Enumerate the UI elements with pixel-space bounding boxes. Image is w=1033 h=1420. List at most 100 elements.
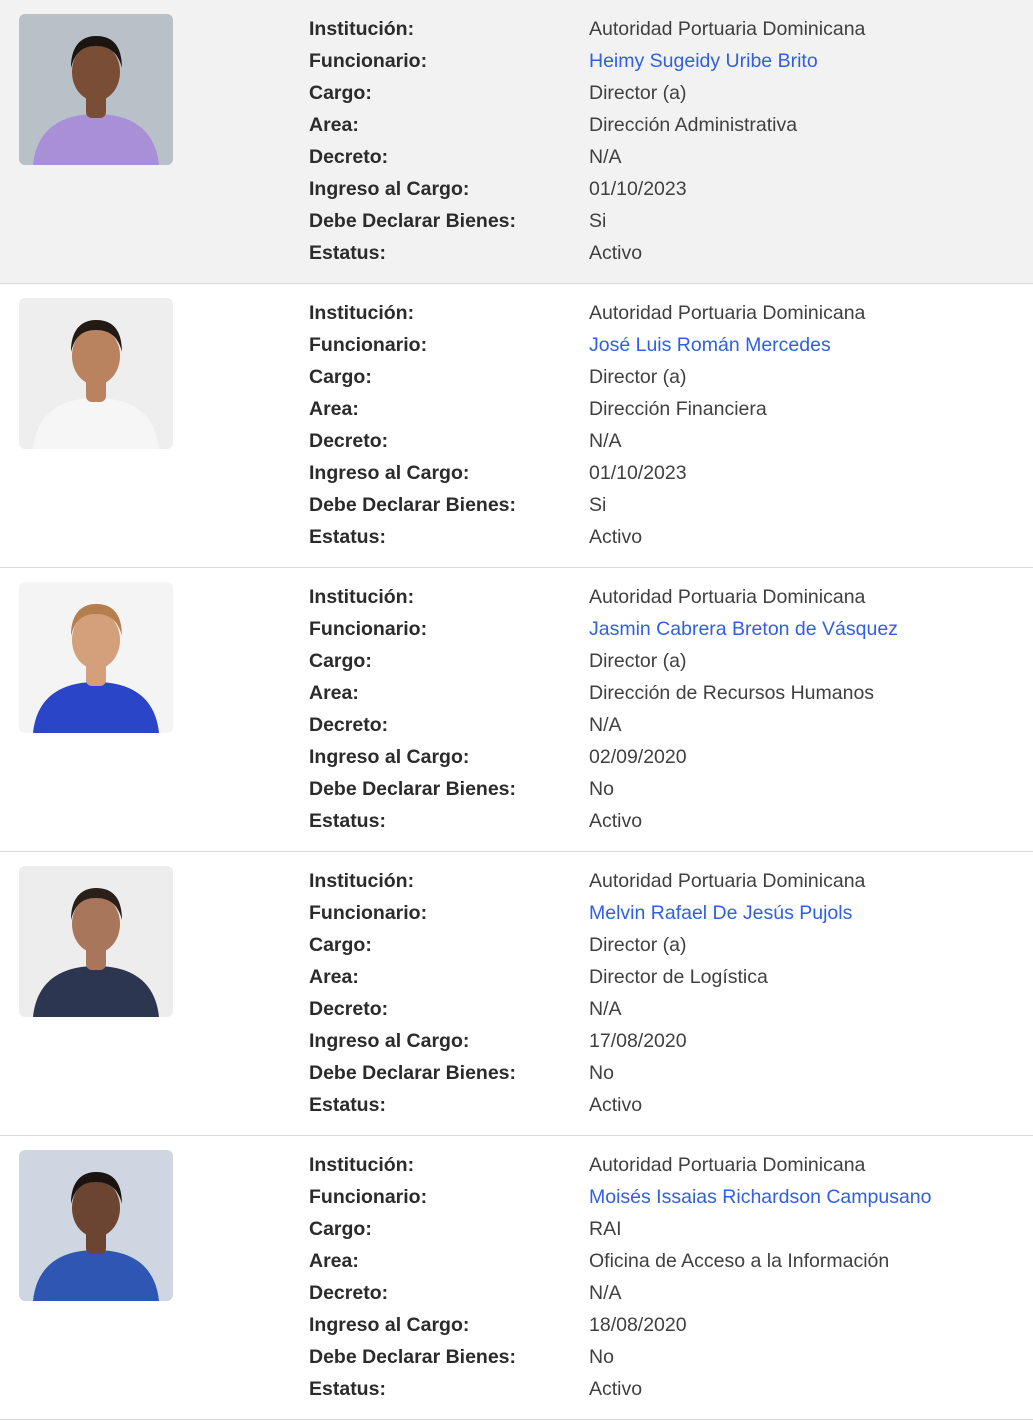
field-value-ingreso: 17/08/2020 bbox=[589, 1030, 687, 1052]
field-row-cargo: Cargo: RAI bbox=[309, 1213, 932, 1245]
field-value-institucion: Autoridad Portuaria Dominicana bbox=[589, 870, 866, 892]
field-label-cargo: Cargo: bbox=[309, 650, 372, 672]
field-value-estatus: Activo bbox=[589, 242, 643, 264]
field-value-declarar: No bbox=[589, 1062, 614, 1084]
official-name-link[interactable]: Heimy Sugeidy Uribe Brito bbox=[589, 45, 818, 77]
field-label-declarar: Debe Declarar Bienes: bbox=[309, 778, 517, 800]
field-label-funcionario: Funcionario: bbox=[309, 902, 428, 924]
field-row-decreto: Decreto: N/A bbox=[309, 425, 865, 457]
official-record: Institución: Autoridad Portuaria Dominica… bbox=[0, 852, 1033, 1136]
field-label-declarar: Debe Declarar Bienes: bbox=[309, 210, 517, 232]
field-row-ingreso: Ingreso al Cargo: 02/09/2020 bbox=[309, 741, 898, 773]
field-row-funcionario: Funcionario: Moisés Issaias Richardson Ca… bbox=[309, 1181, 932, 1213]
field-label-estatus: Estatus: bbox=[309, 242, 386, 264]
official-record: Institución: Autoridad Portuaria Dominica… bbox=[0, 284, 1033, 568]
field-label-decreto: Decreto: bbox=[309, 146, 389, 168]
field-value-declarar: Si bbox=[589, 210, 607, 232]
field-label-estatus: Estatus: bbox=[309, 810, 386, 832]
field-value-cargo: Director (a) bbox=[589, 650, 687, 672]
field-value-estatus: Activo bbox=[589, 1378, 643, 1400]
field-row-declarar: Debe Declarar Bienes: Si bbox=[309, 489, 865, 521]
official-details: Institución: Autoridad Portuaria Dominica… bbox=[309, 1149, 932, 1405]
field-row-cargo: Cargo: Director (a) bbox=[309, 929, 865, 961]
official-photo bbox=[19, 298, 173, 449]
field-value-area: Dirección de Recursos Humanos bbox=[589, 682, 875, 704]
field-value-institucion: Autoridad Portuaria Dominicana bbox=[589, 18, 866, 40]
field-label-cargo: Cargo: bbox=[309, 934, 372, 956]
official-details: Institución: Autoridad Portuaria Dominica… bbox=[309, 13, 865, 269]
field-value-ingreso: 01/10/2023 bbox=[589, 462, 687, 484]
field-value-area: Dirección Administrativa bbox=[589, 114, 798, 136]
field-row-cargo: Cargo: Director (a) bbox=[309, 77, 865, 109]
field-label-estatus: Estatus: bbox=[309, 1378, 386, 1400]
field-label-ingreso: Ingreso al Cargo: bbox=[309, 746, 470, 768]
field-value-decreto: N/A bbox=[589, 146, 622, 168]
official-details: Institución: Autoridad Portuaria Dominica… bbox=[309, 865, 865, 1121]
official-record: Institución: Autoridad Portuaria Dominica… bbox=[0, 0, 1033, 284]
field-value-area: Dirección Financiera bbox=[589, 398, 767, 420]
field-row-ingreso: Ingreso al Cargo: 01/10/2023 bbox=[309, 173, 865, 205]
field-value-cargo: Director (a) bbox=[589, 82, 687, 104]
official-name-link[interactable]: Moisés Issaias Richardson Campusano bbox=[589, 1181, 932, 1213]
portrait-image bbox=[19, 582, 173, 733]
field-label-estatus: Estatus: bbox=[309, 1094, 386, 1116]
field-row-declarar: Debe Declarar Bienes: No bbox=[309, 1341, 932, 1373]
field-row-funcionario: Funcionario: Jasmin Cabrera Breton de Vás… bbox=[309, 613, 898, 645]
field-label-funcionario: Funcionario: bbox=[309, 618, 428, 640]
field-row-funcionario: Funcionario: Melvin Rafael De Jesús Pujol… bbox=[309, 897, 865, 929]
field-row-declarar: Debe Declarar Bienes: No bbox=[309, 1057, 865, 1089]
field-value-ingreso: 18/08/2020 bbox=[589, 1314, 687, 1336]
field-label-decreto: Decreto: bbox=[309, 1282, 389, 1304]
field-label-cargo: Cargo: bbox=[309, 82, 372, 104]
field-label-area: Area: bbox=[309, 682, 359, 704]
official-name-link[interactable]: Melvin Rafael De Jesús Pujols bbox=[589, 897, 852, 929]
field-value-decreto: N/A bbox=[589, 998, 622, 1020]
field-value-area: Director de Logística bbox=[589, 966, 768, 988]
official-name-link[interactable]: José Luis Román Mercedes bbox=[589, 329, 831, 361]
portrait-image bbox=[19, 14, 173, 165]
field-row-institucion: Institución: Autoridad Portuaria Dominica… bbox=[309, 1149, 932, 1181]
official-record: Institución: Autoridad Portuaria Dominica… bbox=[0, 1136, 1033, 1420]
field-label-funcionario: Funcionario: bbox=[309, 50, 428, 72]
field-row-funcionario: Funcionario: Heimy Sugeidy Uribe Brito bbox=[309, 45, 865, 77]
field-label-area: Area: bbox=[309, 398, 359, 420]
field-row-ingreso: Ingreso al Cargo: 17/08/2020 bbox=[309, 1025, 865, 1057]
field-label-institucion: Institución: bbox=[309, 870, 415, 892]
portrait-image bbox=[19, 1150, 173, 1301]
field-row-funcionario: Funcionario: José Luis Román Mercedes bbox=[309, 329, 865, 361]
field-row-cargo: Cargo: Director (a) bbox=[309, 361, 865, 393]
field-row-institucion: Institución: Autoridad Portuaria Dominica… bbox=[309, 13, 865, 45]
field-row-decreto: Decreto: N/A bbox=[309, 1277, 932, 1309]
portrait-image bbox=[19, 866, 173, 1017]
official-name-link[interactable]: Jasmin Cabrera Breton de Vásquez bbox=[589, 613, 898, 645]
field-value-ingreso: 02/09/2020 bbox=[589, 746, 687, 768]
field-label-ingreso: Ingreso al Cargo: bbox=[309, 1030, 470, 1052]
official-details: Institución: Autoridad Portuaria Dominica… bbox=[309, 581, 898, 837]
officials-list: Institución: Autoridad Portuaria Dominica… bbox=[0, 0, 1033, 1420]
field-row-cargo: Cargo: Director (a) bbox=[309, 645, 898, 677]
field-value-declarar: No bbox=[589, 778, 614, 800]
field-label-area: Area: bbox=[309, 114, 359, 136]
field-label-cargo: Cargo: bbox=[309, 1218, 372, 1240]
field-row-estatus: Estatus: Activo bbox=[309, 805, 898, 837]
field-row-institucion: Institución: Autoridad Portuaria Dominica… bbox=[309, 581, 898, 613]
field-value-institucion: Autoridad Portuaria Dominicana bbox=[589, 1154, 866, 1176]
field-label-area: Area: bbox=[309, 966, 359, 988]
field-row-institucion: Institución: Autoridad Portuaria Dominica… bbox=[309, 297, 865, 329]
official-photo bbox=[19, 1150, 173, 1301]
field-value-decreto: N/A bbox=[589, 714, 622, 736]
field-label-institucion: Institución: bbox=[309, 18, 415, 40]
official-photo bbox=[19, 582, 173, 733]
official-photo bbox=[19, 866, 173, 1017]
field-label-funcionario: Funcionario: bbox=[309, 334, 428, 356]
field-row-declarar: Debe Declarar Bienes: No bbox=[309, 773, 898, 805]
field-row-estatus: Estatus: Activo bbox=[309, 521, 865, 553]
field-row-estatus: Estatus: Activo bbox=[309, 237, 865, 269]
field-row-decreto: Decreto: N/A bbox=[309, 709, 898, 741]
field-label-funcionario: Funcionario: bbox=[309, 1186, 428, 1208]
field-row-area: Area: Dirección Administrativa bbox=[309, 109, 865, 141]
field-value-cargo: Director (a) bbox=[589, 934, 687, 956]
field-label-declarar: Debe Declarar Bienes: bbox=[309, 1346, 517, 1368]
field-label-area: Area: bbox=[309, 1250, 359, 1272]
field-row-institucion: Institución: Autoridad Portuaria Dominica… bbox=[309, 865, 865, 897]
